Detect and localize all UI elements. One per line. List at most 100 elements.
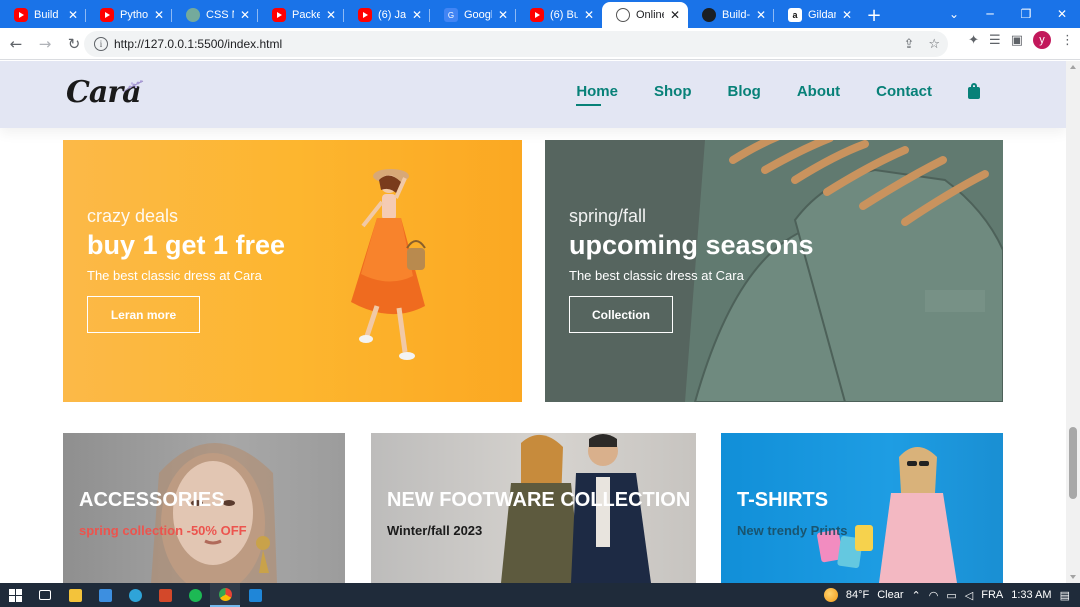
url-text[interactable]: http://127.0.0.1:5500/index.html [114, 37, 282, 51]
close-tab-icon[interactable]: ✕ [496, 8, 510, 22]
collection-banner-accessories[interactable]: ACCESSORIES spring collection -50% OFF [63, 433, 345, 583]
shopping-bag-icon[interactable] [968, 82, 980, 99]
youtube-icon [530, 8, 544, 22]
page-scrollbar[interactable] [1066, 61, 1080, 583]
forward-icon[interactable]: → [32, 31, 58, 57]
close-window-icon[interactable]: ✕ [1044, 0, 1080, 28]
reading-list-icon[interactable]: ☰ [989, 33, 1001, 48]
browser-tab[interactable]: (6) Java ✕ [344, 2, 430, 28]
tab-title: CSS Not [206, 9, 234, 21]
browser-tab[interactable]: (6) Build ✕ [516, 2, 602, 28]
minimize-icon[interactable]: ─ [972, 0, 1008, 28]
banner-subtitle: spring/fall [569, 206, 647, 226]
address-bar[interactable]: i http://127.0.0.1:5500/index.html ⇪ ☆ [84, 31, 948, 57]
learn-more-button[interactable]: Leran more [87, 296, 200, 333]
task-view-icon[interactable] [30, 583, 60, 607]
nav-shop[interactable]: Shop [654, 83, 692, 100]
youtube-icon [100, 8, 114, 22]
collection-title: ACCESSORIES [79, 489, 225, 511]
close-tab-icon[interactable]: ✕ [152, 8, 166, 22]
banner-subtitle: crazy deals [87, 206, 179, 226]
scrollbar-thumb[interactable] [1069, 427, 1077, 499]
weather-icon[interactable] [823, 588, 838, 602]
spotify-icon[interactable] [180, 583, 210, 607]
file-explorer-icon[interactable] [60, 583, 90, 607]
vscode-icon[interactable] [240, 583, 270, 607]
tab-title: Google [464, 9, 492, 21]
site-logo[interactable]: Cara [66, 75, 144, 110]
nav-about[interactable]: About [797, 83, 840, 100]
site-info-icon[interactable]: i [94, 37, 108, 51]
chrome-icon[interactable] [210, 583, 240, 607]
browser-tab[interactable]: a Gildan A ✕ [774, 2, 860, 28]
close-tab-icon[interactable]: ✕ [668, 8, 682, 22]
youtube-icon [358, 8, 372, 22]
new-tab-button[interactable]: + [860, 2, 888, 28]
tab-title: Online S [636, 9, 664, 21]
nav-home[interactable]: Home [576, 83, 618, 106]
promo-banner-seasons: spring/fall upcoming seasons The best cl… [545, 140, 1003, 402]
close-tab-icon[interactable]: ✕ [840, 8, 854, 22]
lavender-sprig-icon [122, 80, 144, 93]
close-tab-icon[interactable]: ✕ [582, 8, 596, 22]
battery-icon[interactable]: ▭ [946, 589, 956, 602]
collection-title: NEW FOOTWARE COLLECTION [387, 489, 691, 511]
side-panel-icon[interactable]: ▣ [1011, 33, 1023, 48]
tab-title: Packet T [292, 9, 320, 21]
windows-taskbar: 84°F Clear ⌃ ◠ ▭ ◁ FRA 1:33 AM ▤ [0, 583, 1080, 607]
powerpoint-icon[interactable] [150, 583, 180, 607]
close-tab-icon[interactable]: ✕ [754, 8, 768, 22]
extensions-icon[interactable]: ✦ [968, 33, 979, 48]
collection-subtitle: spring collection -50% OFF [79, 523, 247, 538]
notifications-icon[interactable]: ▤ [1060, 589, 1070, 602]
youtube-icon [14, 8, 28, 22]
browser-tab-active[interactable]: Online S ✕ [602, 2, 688, 28]
tab-search-icon[interactable]: ⌄ [936, 0, 972, 28]
browser-toolbar: ← → ↻ i http://127.0.0.1:5500/index.html… [0, 28, 1080, 60]
mail-icon[interactable] [90, 583, 120, 607]
language-indicator[interactable]: FRA [981, 589, 1003, 601]
collection-button[interactable]: Collection [569, 296, 673, 333]
close-tab-icon[interactable]: ✕ [410, 8, 424, 22]
scroll-up-icon[interactable] [1070, 65, 1076, 69]
browser-tab[interactable]: Packet T ✕ [258, 2, 344, 28]
browser-tab[interactable]: Build-an ✕ [688, 2, 774, 28]
browser-tab[interactable]: Build an ✕ [0, 2, 86, 28]
collection-title: T-SHIRTS [737, 489, 829, 511]
browser-tab[interactable]: Python I ✕ [86, 2, 172, 28]
close-tab-icon[interactable]: ✕ [238, 8, 252, 22]
browser-tab[interactable]: G Google ✕ [430, 2, 516, 28]
weather-temp[interactable]: 84°F [846, 589, 869, 601]
close-tab-icon[interactable]: ✕ [324, 8, 338, 22]
volume-icon[interactable]: ◁ [965, 589, 973, 602]
model-photo [351, 169, 426, 360]
amazon-icon: a [788, 8, 802, 22]
profile-avatar[interactable]: y [1033, 31, 1051, 49]
edge-icon[interactable] [120, 583, 150, 607]
collection-banner-footware[interactable]: NEW FOOTWARE COLLECTION Winter/fall 2023 [371, 433, 696, 583]
share-icon[interactable]: ⇪ [903, 37, 914, 52]
tab-title: Build-an [722, 9, 750, 21]
page-viewport: Cara Home Shop Blog About Contact crazy … [0, 61, 1066, 583]
banner-description: The best classic dress at Cara [87, 268, 262, 283]
tray-overflow-icon[interactable]: ⌃ [912, 589, 921, 602]
windows-start-icon[interactable] [0, 583, 30, 607]
back-icon[interactable]: ← [3, 31, 29, 57]
banner-title: upcoming seasons [569, 230, 814, 260]
nav-blog[interactable]: Blog [728, 83, 761, 100]
browser-tab[interactable]: CSS Not ✕ [172, 2, 258, 28]
bookmark-star-icon[interactable]: ☆ [928, 37, 940, 52]
close-tab-icon[interactable]: ✕ [66, 8, 80, 22]
collection-banner-tshirts[interactable]: T-SHIRTS New trendy Prints [721, 433, 1003, 583]
nav-contact[interactable]: Contact [876, 83, 932, 100]
clock[interactable]: 1:33 AM [1011, 589, 1051, 601]
scroll-down-icon[interactable] [1070, 575, 1076, 579]
menu-kebab-icon[interactable]: ⋮ [1061, 33, 1074, 48]
tab-title: Python I [120, 9, 148, 21]
weather-desc[interactable]: Clear [877, 589, 903, 601]
restore-icon[interactable]: ❐ [1008, 0, 1044, 28]
youtube-icon [272, 8, 286, 22]
wifi-icon[interactable]: ◠ [929, 589, 939, 602]
tab-title: (6) Java [378, 9, 406, 21]
tab-title: (6) Build [550, 9, 578, 21]
